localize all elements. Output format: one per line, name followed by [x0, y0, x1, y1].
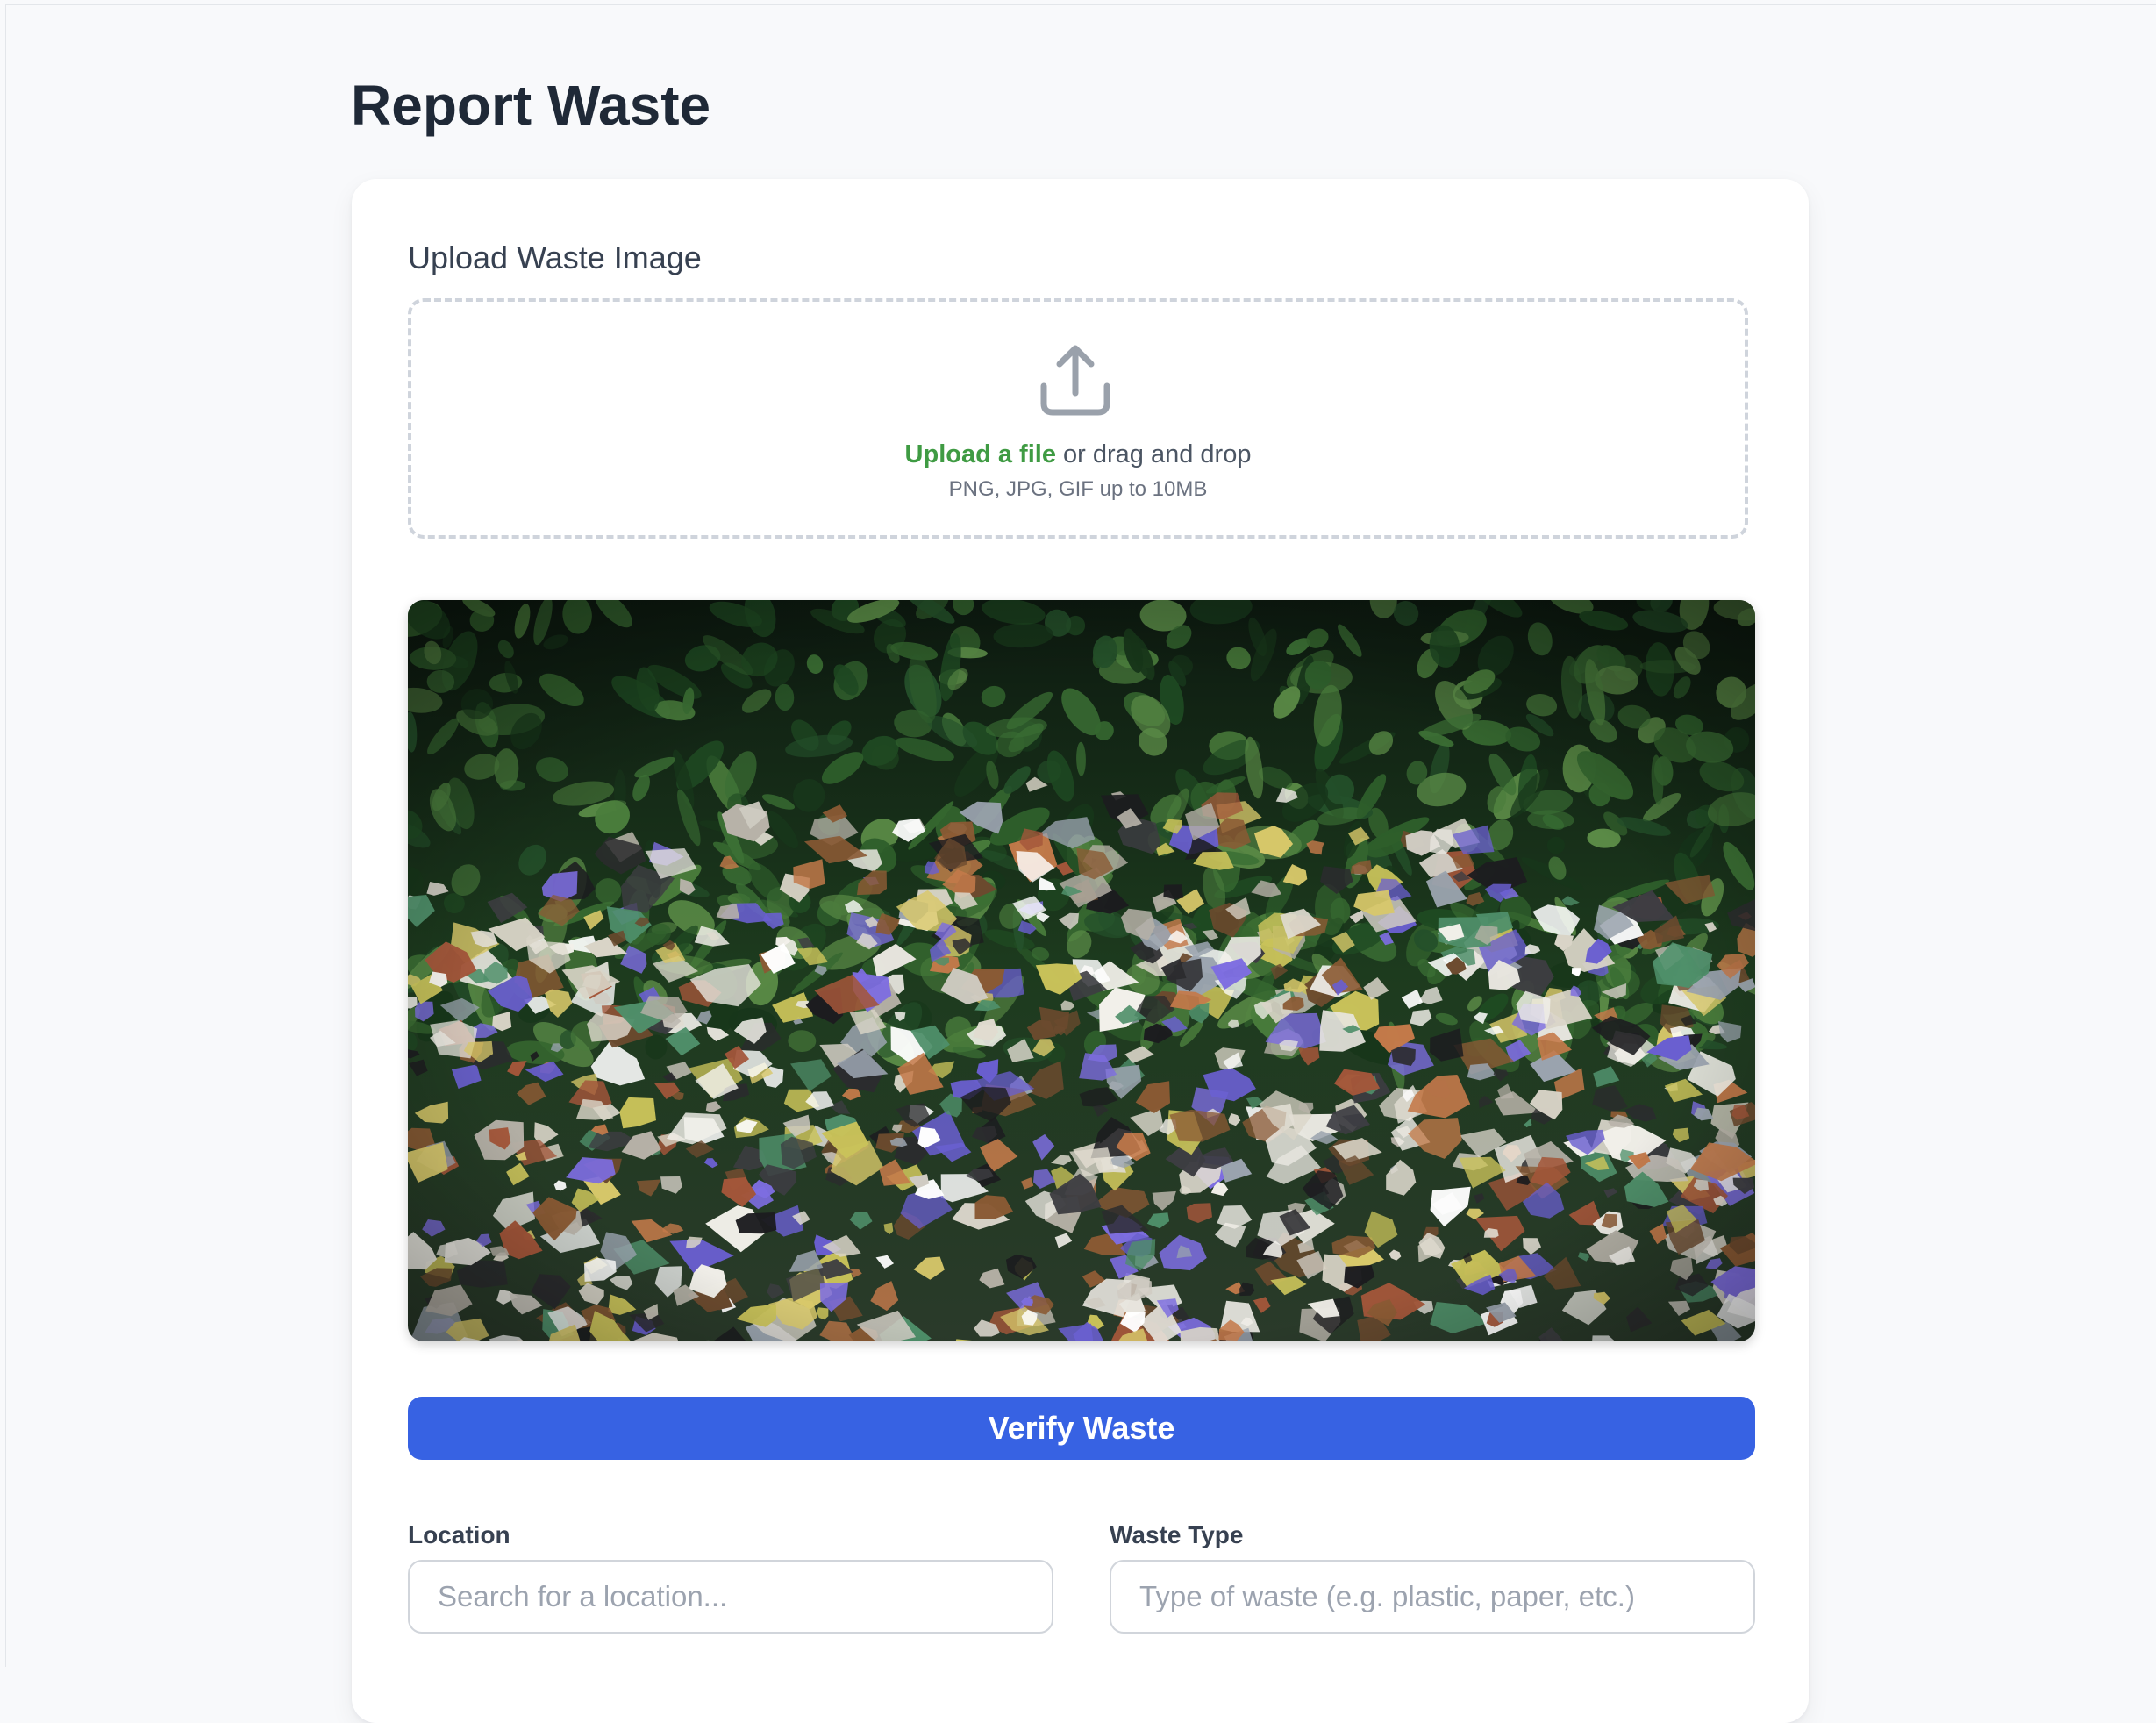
waste-image-preview	[408, 600, 1755, 1341]
upload-instructions: Upload a file or drag and drop	[411, 437, 1745, 472]
upload-icon	[1040, 345, 1110, 416]
upload-file-hint: PNG, JPG, GIF up to 10MB	[948, 477, 1208, 501]
waste-type-input[interactable]	[1110, 1560, 1755, 1634]
upload-file-link[interactable]: Upload a file	[905, 440, 1056, 468]
page-title: Report Waste	[351, 74, 711, 137]
location-search-input[interactable]	[408, 1560, 1053, 1634]
report-card: Upload Waste Image Upload a file or drag…	[352, 179, 1809, 1723]
upload-section-label: Upload Waste Image	[408, 240, 702, 275]
drag-drop-text: or drag and drop	[1055, 440, 1252, 468]
waste-photo	[408, 600, 1755, 1341]
waste-type-label: Waste Type	[1110, 1521, 1244, 1548]
upload-dropzone[interactable]: Upload a file or drag and drop PNG, JPG,…	[408, 298, 1748, 539]
location-label: Location	[408, 1521, 510, 1548]
verify-waste-button[interactable]: Verify Waste	[408, 1397, 1755, 1460]
